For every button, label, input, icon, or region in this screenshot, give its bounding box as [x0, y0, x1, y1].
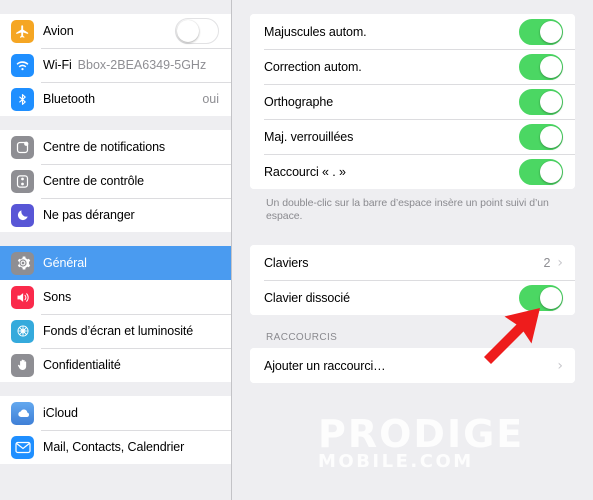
sidebar-item-avion[interactable]: Avion — [0, 14, 231, 48]
row-control — [519, 284, 563, 311]
sidebar-item-label: Sons — [43, 290, 72, 304]
row-label: Clavier dissocié — [264, 290, 350, 305]
cloud-icon — [11, 401, 34, 425]
row-control — [519, 18, 563, 45]
sidebar-item-label: iCloud — [43, 406, 78, 420]
toggle-knob — [540, 125, 562, 148]
row-control — [519, 158, 563, 185]
airplane-icon — [11, 19, 34, 43]
sidebar-item-ne-pas-deranger[interactable]: Ne pas déranger — [0, 198, 231, 232]
control-center-icon — [11, 169, 34, 193]
row-control — [519, 53, 563, 80]
panel-gap-1 — [250, 223, 575, 245]
settings-screen: Avion Wi-Fi Bbox-2BEA6349-5GHz Bluetooth… — [0, 0, 593, 500]
row-control: › — [557, 359, 563, 373]
row-ajouter-un-raccourci[interactable]: Ajouter un raccourci… › — [250, 348, 575, 383]
airplane-toggle-wrap — [175, 18, 219, 44]
sidebar-gap-3 — [0, 382, 231, 396]
row-label: Ajouter un raccourci… — [264, 358, 386, 373]
keyboard-settings-panel[interactable]: Majuscules autom. Correction autom. Orth… — [232, 0, 593, 500]
sidebar-item-label: Bluetooth — [43, 92, 95, 106]
sidebar-item-centre-de-notifications[interactable]: Centre de notifications — [0, 130, 231, 164]
sidebar-item-label: Wi-Fi — [43, 58, 72, 72]
row-orthographe[interactable]: Orthographe — [250, 84, 575, 119]
row-clavier-dissocie[interactable]: Clavier dissocié — [250, 280, 575, 315]
row-maj-verrouillees[interactable]: Maj. verrouillées — [250, 119, 575, 154]
split-keyboard-toggle[interactable] — [519, 284, 563, 311]
wifi-network-value: Bbox-2BEA6349-5GHz — [77, 58, 207, 72]
sidebar-gap-1 — [0, 116, 231, 130]
sidebar-item-mail-contacts-calendrier[interactable]: Mail, Contacts, Calendrier — [0, 430, 231, 464]
sidebar-group-system: Centre de notifications Centre de contrô… — [0, 130, 231, 232]
toggle-knob — [177, 20, 199, 42]
keyboard-options-card: Majuscules autom. Correction autom. Orth… — [250, 14, 575, 189]
hand-icon — [11, 353, 34, 377]
speaker-icon — [11, 285, 34, 309]
sidebar-item-wifi[interactable]: Wi-Fi Bbox-2BEA6349-5GHz — [0, 48, 231, 82]
bluetooth-state-value: oui — [202, 92, 219, 106]
sidebar-item-centre-de-controle[interactable]: Centre de contrôle — [0, 164, 231, 198]
row-label: Correction autom. — [264, 59, 362, 74]
sidebar-item-fonds-decran[interactable]: Fonds d’écran et luminosité — [0, 314, 231, 348]
row-control: 2 › — [543, 256, 563, 270]
row-control — [519, 123, 563, 150]
notification-center-icon — [11, 135, 34, 159]
keyboard-footnote: Un double-clic sur la barre d’espace ins… — [266, 197, 549, 222]
sidebar-group-connectivity: Avion Wi-Fi Bbox-2BEA6349-5GHz Bluetooth… — [0, 14, 231, 116]
row-label: Orthographe — [264, 94, 334, 109]
sidebar-group-accounts: iCloud Mail, Contacts, Calendrier — [0, 396, 231, 464]
row-claviers[interactable]: Claviers 2 › — [250, 245, 575, 280]
toggle-knob — [540, 20, 562, 43]
row-majuscules-autom[interactable]: Majuscules autom. — [250, 14, 575, 49]
moon-icon — [11, 203, 34, 227]
spell-check-toggle[interactable] — [519, 88, 563, 115]
sidebar-item-label: Mail, Contacts, Calendrier — [43, 440, 185, 454]
keyboards-count-value: 2 — [543, 255, 551, 270]
period-shortcut-toggle[interactable] — [519, 158, 563, 185]
sidebar-item-confidentialite[interactable]: Confidentialité — [0, 348, 231, 382]
sidebar-item-icloud[interactable]: iCloud — [0, 396, 231, 430]
sidebar-item-label: Fonds d’écran et luminosité — [43, 324, 194, 338]
sidebar-item-label: Général — [43, 256, 87, 270]
sidebar-item-label: Ne pas déranger — [43, 208, 135, 222]
shortcuts-section-header: RACCOURCIS — [266, 332, 338, 343]
sidebar-item-general[interactable]: Général — [0, 246, 231, 280]
toggle-knob — [540, 90, 562, 113]
sidebar-top-gap — [0, 0, 231, 14]
toggle-knob — [540, 286, 562, 309]
gear-icon — [11, 251, 34, 275]
sidebar-item-bluetooth[interactable]: Bluetooth oui — [0, 82, 231, 116]
auto-correction-toggle[interactable] — [519, 53, 563, 80]
wallpaper-icon — [11, 319, 34, 343]
sidebar-item-sons[interactable]: Sons — [0, 280, 231, 314]
sidebar-gap-2 — [0, 232, 231, 246]
sidebar-item-label: Avion — [43, 24, 74, 38]
caps-lock-toggle[interactable] — [519, 123, 563, 150]
row-label: Maj. verrouillées — [264, 129, 354, 144]
bluetooth-icon — [11, 87, 34, 111]
sidebar-group-general: Général Sons Fonds d’écran et luminosité… — [0, 246, 231, 382]
chevron-right-icon: › — [557, 254, 563, 271]
sidebar-item-label: Centre de contrôle — [43, 174, 145, 188]
sidebar-item-label: Centre de notifications — [43, 140, 166, 154]
row-correction-autom[interactable]: Correction autom. — [250, 49, 575, 84]
panel-gap-2 — [250, 315, 575, 332]
wifi-icon — [11, 53, 34, 77]
row-raccourci-point[interactable]: Raccourci « . » — [250, 154, 575, 189]
row-label: Majuscules autom. — [264, 24, 367, 39]
keyboards-card: Claviers 2 › Clavier dissocié — [250, 245, 575, 315]
airplane-mode-toggle[interactable] — [175, 18, 219, 44]
auto-capitalization-toggle[interactable] — [519, 18, 563, 45]
row-label: Claviers — [264, 255, 309, 270]
mail-icon — [11, 435, 34, 459]
row-control — [519, 88, 563, 115]
panel-top-gap — [250, 0, 575, 14]
sidebar-item-label: Confidentialité — [43, 358, 121, 372]
toggle-knob — [540, 55, 562, 78]
settings-sidebar[interactable]: Avion Wi-Fi Bbox-2BEA6349-5GHz Bluetooth… — [0, 0, 232, 500]
toggle-knob — [540, 160, 562, 183]
shortcuts-card: Ajouter un raccourci… › — [250, 348, 575, 383]
chevron-right-icon: › — [557, 357, 563, 374]
row-label: Raccourci « . » — [264, 164, 346, 179]
